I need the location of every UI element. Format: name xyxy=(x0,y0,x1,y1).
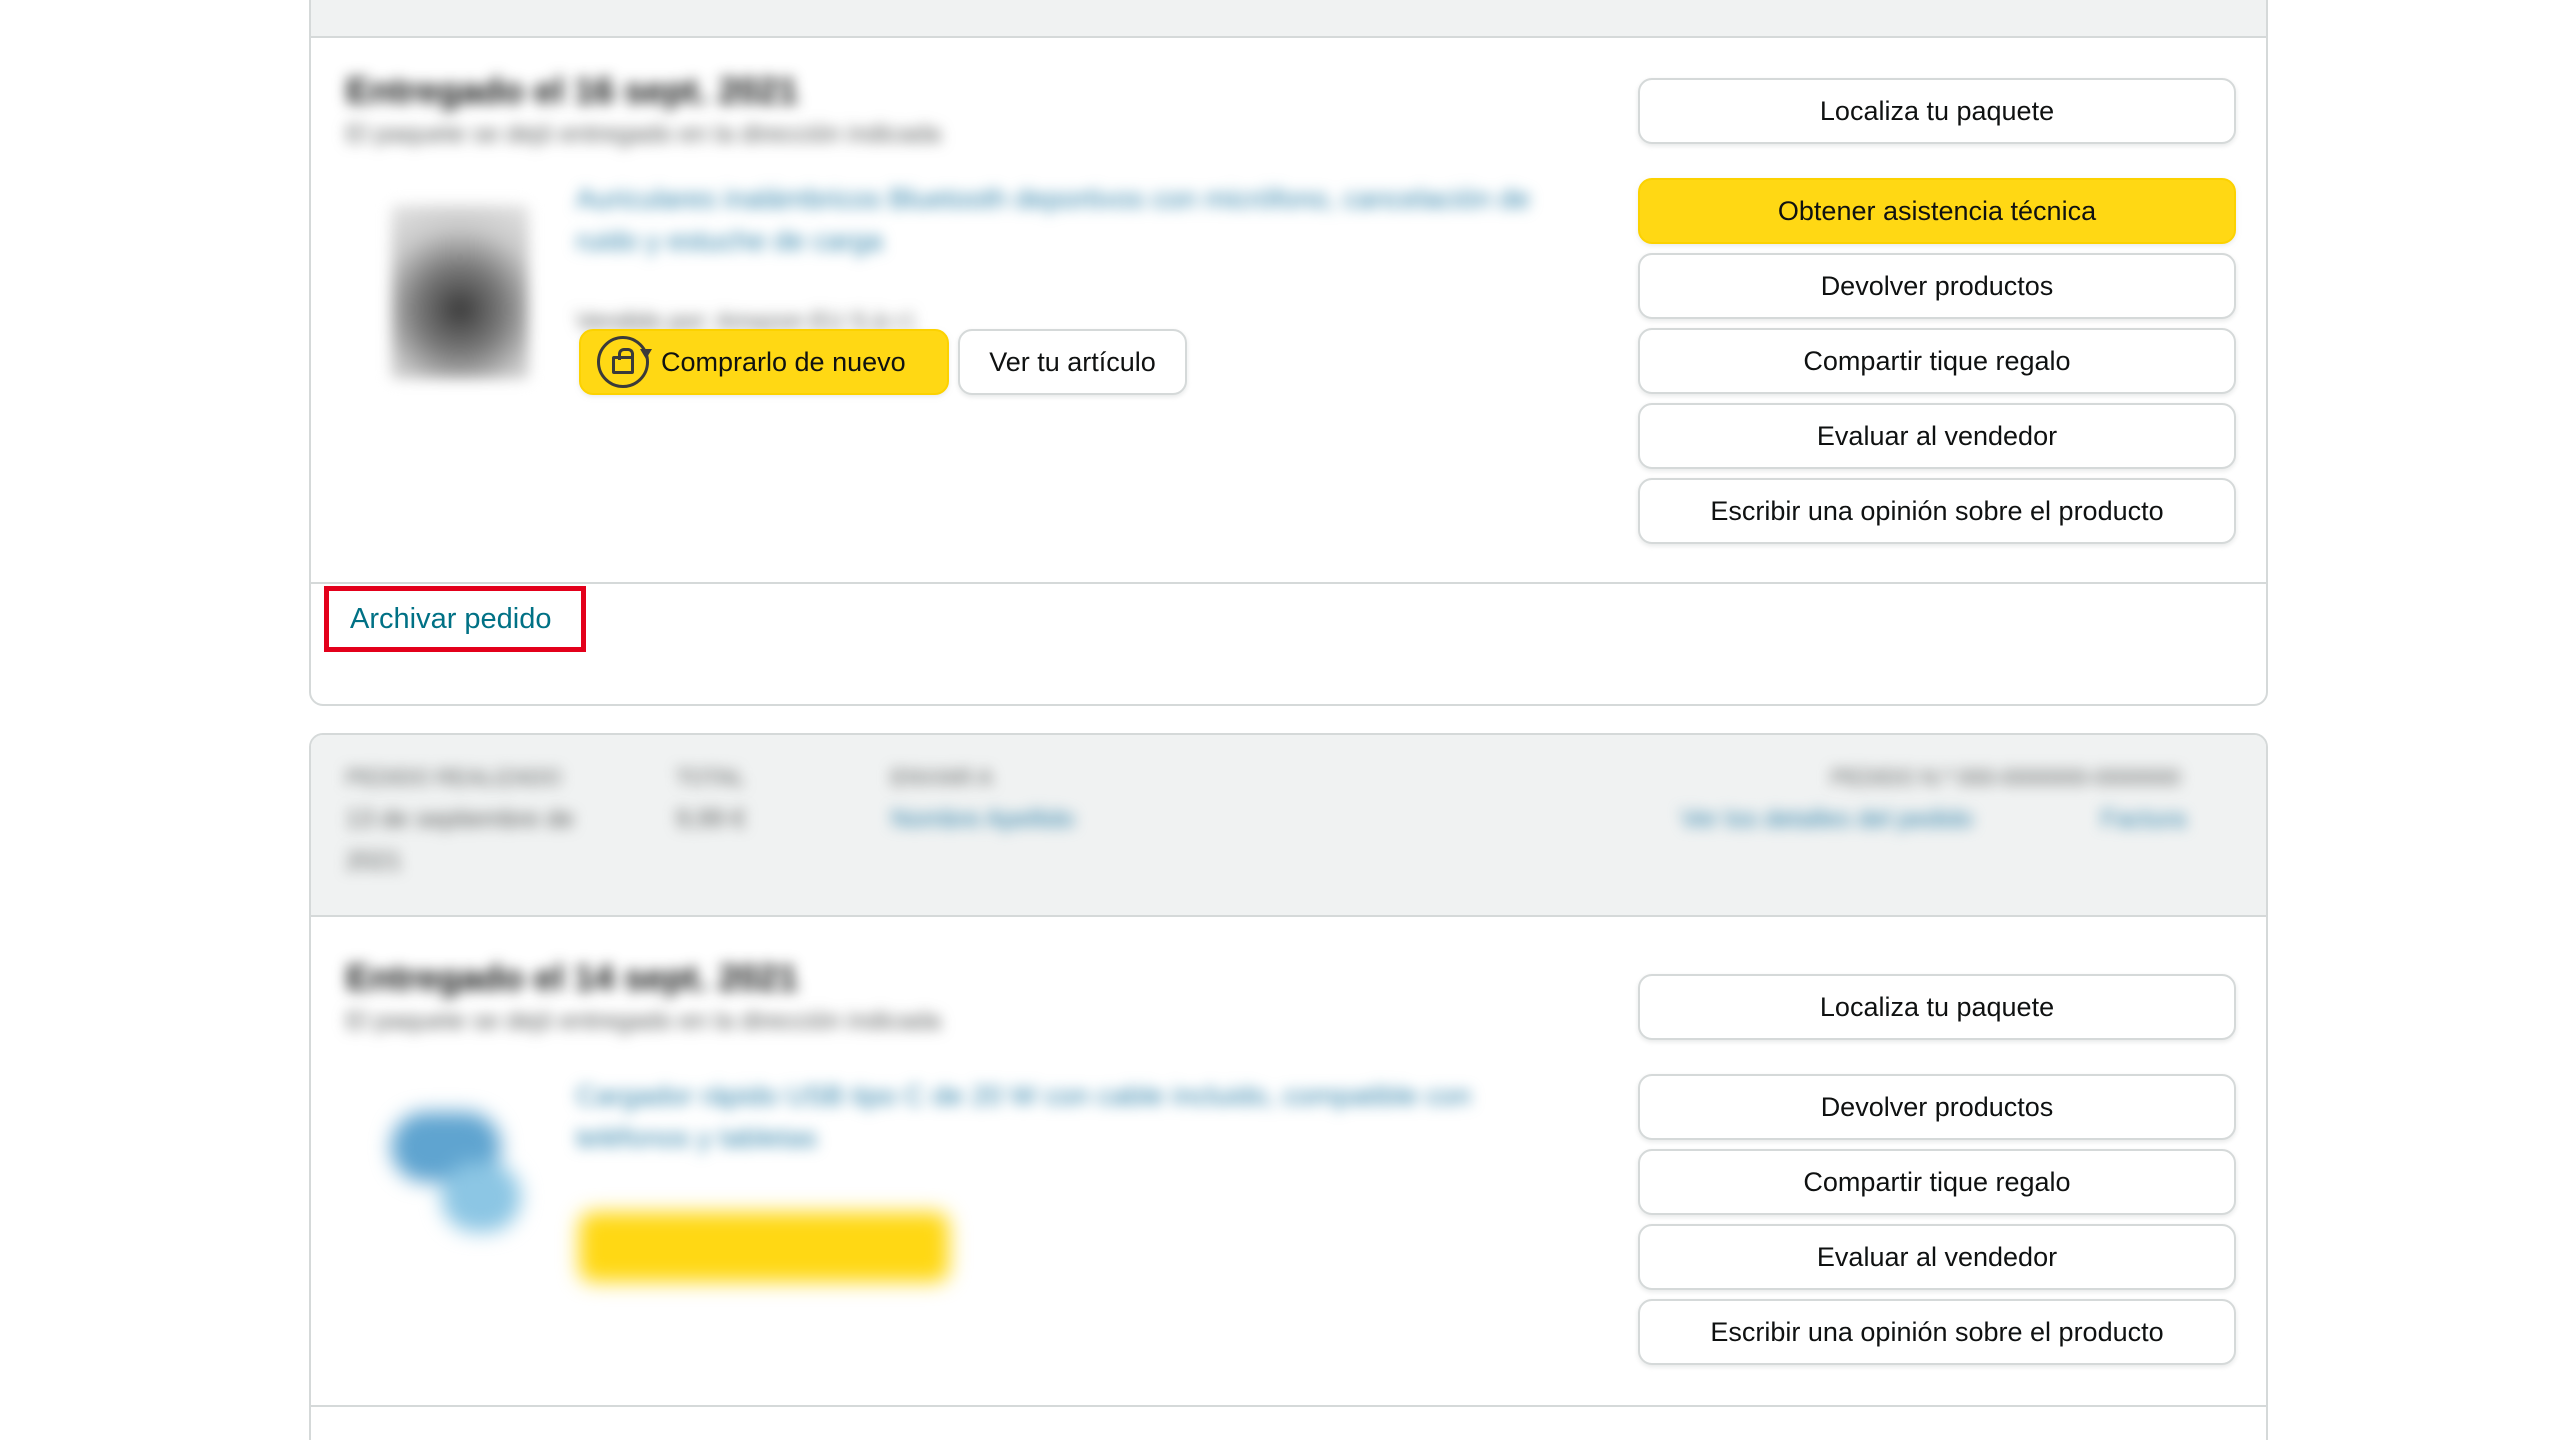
buy-again-button[interactable] xyxy=(579,1212,949,1282)
order-date-value: 13 de septiembre de xyxy=(346,805,574,833)
share-gift-receipt-button[interactable]: Compartir tique regalo xyxy=(1638,1149,2236,1215)
archive-highlight-box: Archivar pedido xyxy=(324,586,586,652)
order-card-header xyxy=(311,0,2266,38)
delivery-status-subtitle: El paquete se dejó entregado en la direc… xyxy=(346,1007,941,1035)
order-details-link[interactable]: Ver los detalles del pedido xyxy=(1681,805,1973,834)
delivery-status-title: Entregado el 16 sept. 2021 xyxy=(346,70,799,111)
product-thumbnail[interactable] xyxy=(391,205,529,379)
view-item-button[interactable]: Ver tu artículo xyxy=(958,329,1187,395)
product-title-link[interactable]: Cargador rápido USB tipo C de 20 W con c… xyxy=(576,1075,1566,1159)
get-tech-support-button[interactable]: Obtener asistencia técnica xyxy=(1638,178,2236,244)
order-card-header: PEDIDO REALIZADO 13 de septiembre de 202… xyxy=(311,735,2266,917)
rate-seller-button[interactable]: Evaluar al vendedor xyxy=(1638,403,2236,469)
delivery-status-title: Entregado el 14 sept. 2021 xyxy=(346,957,799,998)
return-items-button[interactable]: Devolver productos xyxy=(1638,253,2236,319)
order-number-label: PEDIDO N.º 000-0000000-0000000 xyxy=(1831,765,2181,790)
product-thumbnail[interactable] xyxy=(371,1092,541,1242)
buy-again-label: Comprarlo de nuevo xyxy=(661,346,906,377)
track-package-button[interactable]: Localiza tu paquete xyxy=(1638,974,2236,1040)
write-review-button[interactable]: Escribir una opinión sobre el producto xyxy=(1638,478,2236,544)
archive-order-link[interactable]: Archivar pedido xyxy=(350,603,552,636)
ship-to-link[interactable]: Nombre Apellido xyxy=(891,805,1074,834)
write-review-button[interactable]: Escribir una opinión sobre el producto xyxy=(1638,1299,2236,1365)
track-package-button[interactable]: Localiza tu paquete xyxy=(1638,78,2236,144)
buy-again-button[interactable]: Comprarlo de nuevo xyxy=(579,329,949,395)
order-date-label: PEDIDO REALIZADO xyxy=(346,765,562,790)
rate-seller-button[interactable]: Evaluar al vendedor xyxy=(1638,1224,2236,1290)
return-items-button[interactable]: Devolver productos xyxy=(1638,1074,2236,1140)
order-total-label: TOTAL xyxy=(676,765,745,790)
ship-to-label: ENVIAR A xyxy=(891,765,993,790)
reorder-icon xyxy=(597,336,652,388)
order-date-value-year: 2021 xyxy=(346,847,402,875)
delivery-status-subtitle: El paquete se dejó entregado en la direc… xyxy=(346,120,941,148)
divider xyxy=(311,582,2266,584)
divider xyxy=(311,1405,2266,1407)
order-card: Entregado el 16 sept. 2021 El paquete se… xyxy=(309,0,2268,706)
product-title-link[interactable]: Auriculares inalámbricos Bluetooth depor… xyxy=(576,178,1566,262)
invoice-link[interactable]: Factura xyxy=(2101,805,2186,834)
order-card: PEDIDO REALIZADO 13 de septiembre de 202… xyxy=(309,733,2268,1440)
share-gift-receipt-button[interactable]: Compartir tique regalo xyxy=(1638,328,2236,394)
order-total-value: 9,99 € xyxy=(676,805,746,833)
